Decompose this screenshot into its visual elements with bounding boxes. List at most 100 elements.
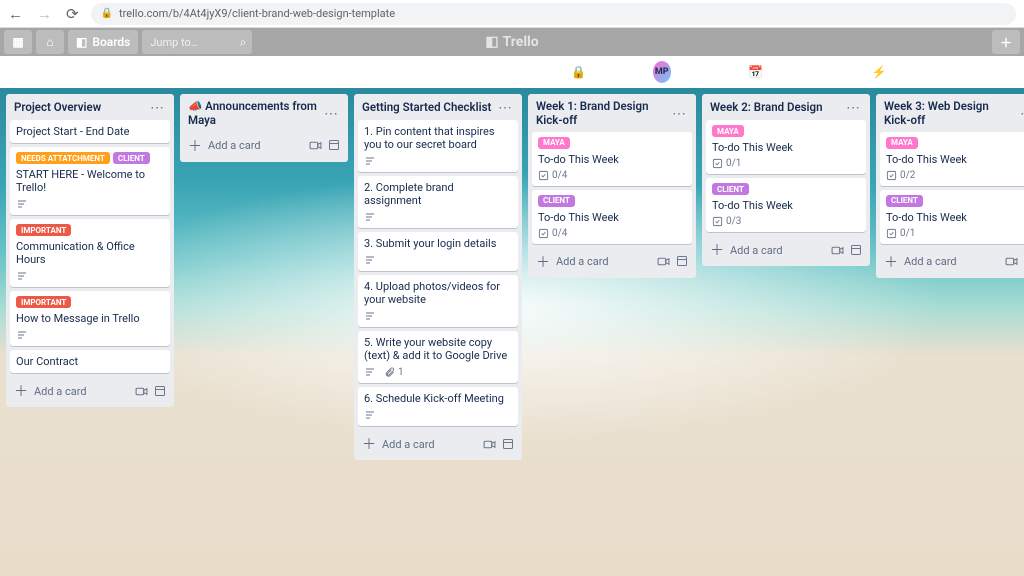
board-view-switcher[interactable]: ◧ Board ▾: [10, 59, 83, 85]
card[interactable]: 3. Submit your login details: [358, 232, 518, 271]
add-card-button[interactable]: ＋Add a card: [880, 248, 1024, 274]
template-icon[interactable]: [676, 255, 688, 268]
card[interactable]: IMPORTANT How to Message in Trello: [10, 291, 170, 346]
card-label[interactable]: Client: [886, 195, 923, 207]
visibility-button[interactable]: 🔒 Private: [563, 59, 636, 85]
card-label[interactable]: NEEDS ATTATCHMENT: [16, 152, 110, 164]
back-icon[interactable]: ←: [8, 5, 23, 23]
card-labels: IMPORTANT: [16, 296, 164, 308]
card[interactable]: MayaTo-do This Week0/4: [532, 132, 692, 186]
description-icon: [364, 366, 376, 378]
card-badges: [16, 270, 164, 282]
card[interactable]: Project Start - End Date: [10, 120, 170, 143]
video-icon[interactable]: [309, 139, 322, 152]
apps-button[interactable]: ▦: [4, 30, 32, 54]
card-badges: 0/1: [712, 158, 860, 169]
add-card-button[interactable]: ＋Add a card: [10, 377, 170, 403]
list-menu-button[interactable]: ⋯: [1018, 106, 1024, 122]
calendar-powerup-button[interactable]: 📅 Calendar Power-Up: [740, 59, 856, 85]
card-badges: 0/3: [712, 216, 860, 227]
template-icon[interactable]: [154, 385, 166, 398]
url-bar[interactable]: 🔒 trello.com/b/4At4jyX9/client-brand-web…: [91, 3, 1016, 25]
board-menu-button[interactable]: ⋯: [990, 59, 1014, 85]
card[interactable]: Our Contract: [10, 350, 170, 373]
template-icon[interactable]: [502, 438, 514, 451]
card-label[interactable]: IMPORTANT: [16, 224, 71, 236]
description-icon: [364, 155, 376, 167]
card[interactable]: 5. Write your website copy (text) & add …: [358, 331, 518, 383]
list-title[interactable]: Week 3: Web Design Kick-off: [884, 100, 1018, 128]
jump-search[interactable]: ⌕: [142, 30, 252, 54]
board-title[interactable]: Client Brand + Web Design [Template]: [91, 54, 305, 90]
jump-search-input[interactable]: [142, 30, 252, 54]
card-label[interactable]: Client: [113, 152, 150, 164]
card[interactable]: IMPORTANTCommunication & Office Hours: [10, 219, 170, 287]
card-title: How to Message in Trello: [16, 312, 164, 325]
card-label[interactable]: Maya: [538, 137, 570, 149]
card-label[interactable]: IMPORTANT: [16, 296, 71, 308]
card[interactable]: ClientTo-do This Week0/3: [706, 178, 866, 232]
card-title: Our Contract: [16, 355, 164, 368]
list-title[interactable]: Getting Started Checklist: [362, 101, 496, 115]
video-icon[interactable]: [483, 438, 496, 451]
checklist-badge: 0/3: [712, 216, 741, 227]
home-button[interactable]: ⌂: [36, 30, 64, 54]
forward-icon[interactable]: →: [37, 5, 52, 23]
template-icon[interactable]: [850, 244, 862, 257]
list-title[interactable]: Week 1: Brand Design Kick-off: [536, 100, 670, 128]
invite-button[interactable]: Invite: [679, 59, 725, 85]
card[interactable]: ClientTo-do This Week0/4: [532, 190, 692, 244]
checklist-badge: 0/1: [712, 158, 741, 169]
card-label[interactable]: Client: [712, 183, 749, 195]
card[interactable]: NEEDS ATTATCHMENTClientSTART HERE - Welc…: [10, 147, 170, 215]
reload-icon[interactable]: ⟳: [66, 5, 79, 23]
card-title: To-do This Week: [538, 153, 686, 166]
video-icon[interactable]: [1005, 255, 1018, 268]
card-label[interactable]: Client: [538, 195, 575, 207]
member-avatar[interactable]: MP: [653, 61, 671, 83]
card-label[interactable]: Maya: [886, 137, 918, 149]
list-title[interactable]: Project Overview: [14, 101, 148, 115]
list-menu-button[interactable]: ⋯: [844, 100, 862, 116]
list-title[interactable]: 📣 Announcements from Maya: [188, 100, 322, 128]
create-button[interactable]: ＋: [992, 30, 1020, 54]
plus-icon: ＋: [1000, 34, 1012, 51]
list: Week 1: Brand Design Kick-off⋯ Maya To-do …: [528, 94, 696, 278]
list-menu-button[interactable]: ⋯: [322, 106, 340, 122]
list-menu-button[interactable]: ⋯: [670, 106, 688, 122]
list-menu-button[interactable]: ⋯: [496, 100, 514, 116]
star-button[interactable]: ☆: [313, 59, 336, 85]
card[interactable]: 1. Pin content that inspires you to our …: [358, 120, 518, 172]
card-badges: 1: [364, 366, 512, 378]
trello-logo-text: Trello: [503, 34, 539, 50]
video-icon[interactable]: [831, 244, 844, 257]
card-label[interactable]: Maya: [712, 125, 744, 137]
plus-icon: ＋: [884, 252, 898, 272]
video-icon[interactable]: [135, 385, 148, 398]
plus-icon: ＋: [362, 434, 376, 454]
list-menu-button[interactable]: ⋯: [148, 100, 166, 116]
add-card-button[interactable]: ＋Add a card: [358, 430, 518, 456]
card[interactable]: 2. Complete brand assignment: [358, 176, 518, 228]
workspace-button[interactable]: Maya Palmer Designs (public): [353, 59, 499, 85]
template-icon[interactable]: [328, 139, 340, 152]
add-card-button[interactable]: ＋Add a card: [706, 236, 866, 262]
browser-chrome: ← → ⟳ 🔒 trello.com/b/4At4jyX9/client-bra…: [0, 0, 1024, 28]
card[interactable]: 6. Schedule Kick-off Meeting: [358, 387, 518, 426]
card[interactable]: 4. Upload photos/videos for your website: [358, 275, 518, 327]
card-badges: 0/2: [886, 170, 1024, 181]
list: 📣 Announcements from Maya⋯ ＋Add a card: [180, 94, 348, 162]
automation-button[interactable]: ⚡ Automation (5 Tips): [864, 59, 982, 85]
boards-button[interactable]: ◧ Boards: [68, 30, 138, 54]
trello-logo[interactable]: ◧ Trello: [485, 34, 538, 50]
add-card-button[interactable]: ＋Add a card: [532, 248, 692, 274]
plan-badge[interactable]: Free: [507, 59, 546, 85]
card[interactable]: MayaTo-do This Week0/2: [880, 132, 1024, 186]
list-title[interactable]: Week 2: Brand Design: [710, 101, 844, 115]
card[interactable]: MayaTo-do This Week0/1: [706, 120, 866, 174]
add-card-button[interactable]: ＋Add a card: [184, 132, 344, 158]
video-icon[interactable]: [657, 255, 670, 268]
card[interactable]: ClientTo-do This Week0/1: [880, 190, 1024, 244]
boards-icon: ◧: [76, 35, 87, 49]
boards-label: Boards: [92, 35, 130, 49]
